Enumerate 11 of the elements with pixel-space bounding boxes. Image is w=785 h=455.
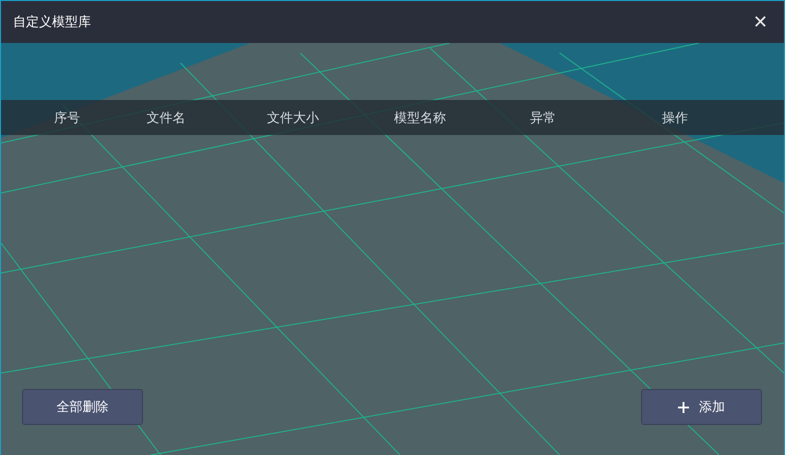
column-header: 序号 [53,110,81,126]
add-button[interactable]: 添加 [641,389,762,425]
window-title: 自定义模型库 [13,14,91,31]
column-header: 异常 [529,110,557,126]
delete-all-button[interactable]: 全部删除 [22,389,143,425]
column-header: 模型名称 [393,110,447,126]
close-button[interactable]: ✕ [748,12,772,32]
column-header: 文件名 [146,110,186,126]
column-header: 文件大小 [266,110,320,126]
column-header: 操作 [661,110,689,126]
plus-icon [678,402,689,412]
